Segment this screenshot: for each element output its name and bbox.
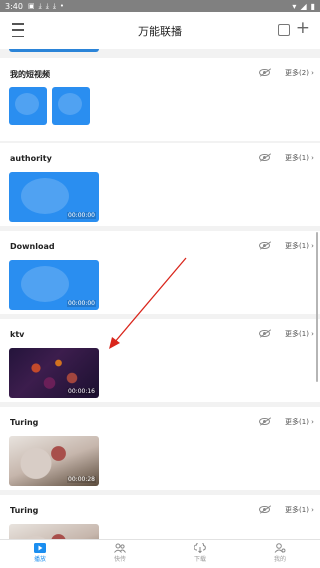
page-title: 万能联播 xyxy=(138,24,182,38)
section-title: Turing xyxy=(10,506,39,515)
section-title: 我的短视频 xyxy=(10,70,50,79)
video-duration: 00:00:00 xyxy=(67,300,96,307)
image-notification-icon: ▣ xyxy=(27,2,35,10)
section-title: authority xyxy=(10,154,52,163)
tab-transfer[interactable]: 快传 xyxy=(80,540,160,568)
dot-icon: • xyxy=(59,2,65,10)
download-icon xyxy=(194,543,206,553)
wifi-icon: ▾ xyxy=(292,1,297,11)
scrollbar[interactable] xyxy=(316,232,318,382)
video-thumbnail[interactable] xyxy=(9,524,99,539)
section-download: Download 更多(1) › 00:00:00 xyxy=(0,231,320,314)
section-title: ktv xyxy=(10,330,25,339)
section-turing: Turing 更多(1) › 00:00:28 xyxy=(0,407,320,490)
section-turing-2: Turing 更多(1) › xyxy=(0,495,320,539)
visibility-icon[interactable] xyxy=(259,506,270,513)
download-notification-icon: ⤓ xyxy=(38,1,42,10)
video-thumbnail[interactable]: 00:00:00 xyxy=(9,172,99,222)
video-thumbnail[interactable]: 00:00:28 xyxy=(9,436,99,486)
more-link[interactable]: 更多(1) › xyxy=(285,241,314,251)
visibility-icon[interactable] xyxy=(259,418,270,425)
section-ktv: ktv 更多(1) › 00:00:16 xyxy=(0,319,320,402)
section-authority: authority 更多(1) › 00:00:00 xyxy=(0,143,320,226)
add-icon[interactable]: + xyxy=(296,20,310,37)
status-bar: 3:40 ▣ ⤓ ⤓ ⤓ • ▾ ◢ ▮ xyxy=(0,0,320,12)
video-duration: 00:00:28 xyxy=(67,476,96,483)
tab-label: 下载 xyxy=(193,556,206,563)
signal-icon: ◢ xyxy=(300,1,307,11)
more-link[interactable]: 更多(1) › xyxy=(285,417,314,427)
video-duration: 00:00:00 xyxy=(67,212,96,219)
more-link[interactable]: 更多(1) › xyxy=(285,329,314,339)
download-notification-icon: ⤓ xyxy=(45,1,49,10)
download-notification-icon: ⤓ xyxy=(52,1,56,10)
section-title: Download xyxy=(10,242,55,251)
section-title: Turing xyxy=(10,418,39,427)
section-my-short-videos: 我的短视频 更多(2) › xyxy=(0,58,320,141)
more-link[interactable]: 更多(1) › xyxy=(285,153,314,163)
bottom-tab-bar: 播放 快传 下载 我的 xyxy=(0,539,320,568)
more-link[interactable]: 更多(2) › xyxy=(285,68,314,78)
tab-label: 我的 xyxy=(273,556,286,563)
tab-download[interactable]: 下载 xyxy=(160,540,240,568)
visibility-icon[interactable] xyxy=(259,69,270,76)
status-time: 3:40 xyxy=(5,1,23,11)
video-duration: 00:00:16 xyxy=(67,388,96,395)
top-app-bar: 万能联播 + xyxy=(0,12,320,49)
visibility-icon[interactable] xyxy=(259,242,270,249)
video-thumbnail[interactable] xyxy=(9,87,47,125)
profile-icon xyxy=(274,543,286,553)
video-thumbnail[interactable]: 00:00:16 xyxy=(9,348,99,398)
previous-thumbnail xyxy=(9,49,99,52)
tab-profile[interactable]: 我的 xyxy=(240,540,320,568)
battery-icon: ▮ xyxy=(310,1,315,11)
visibility-icon[interactable] xyxy=(259,154,270,161)
transfer-icon xyxy=(114,543,126,553)
more-link[interactable]: 更多(1) › xyxy=(285,505,314,515)
play-icon xyxy=(34,543,46,553)
video-list[interactable]: 我的短视频 更多(2) › authority 更多(1) › 00:00:00… xyxy=(0,49,320,539)
tab-label: 快传 xyxy=(113,556,126,563)
tab-label: 播放 xyxy=(33,556,46,563)
tab-play[interactable]: 播放 xyxy=(0,540,80,568)
video-thumbnail[interactable]: 00:00:00 xyxy=(9,260,99,310)
scan-icon[interactable] xyxy=(278,24,290,36)
menu-icon[interactable] xyxy=(12,23,24,37)
video-thumbnail[interactable] xyxy=(52,87,90,125)
visibility-icon[interactable] xyxy=(259,330,270,337)
